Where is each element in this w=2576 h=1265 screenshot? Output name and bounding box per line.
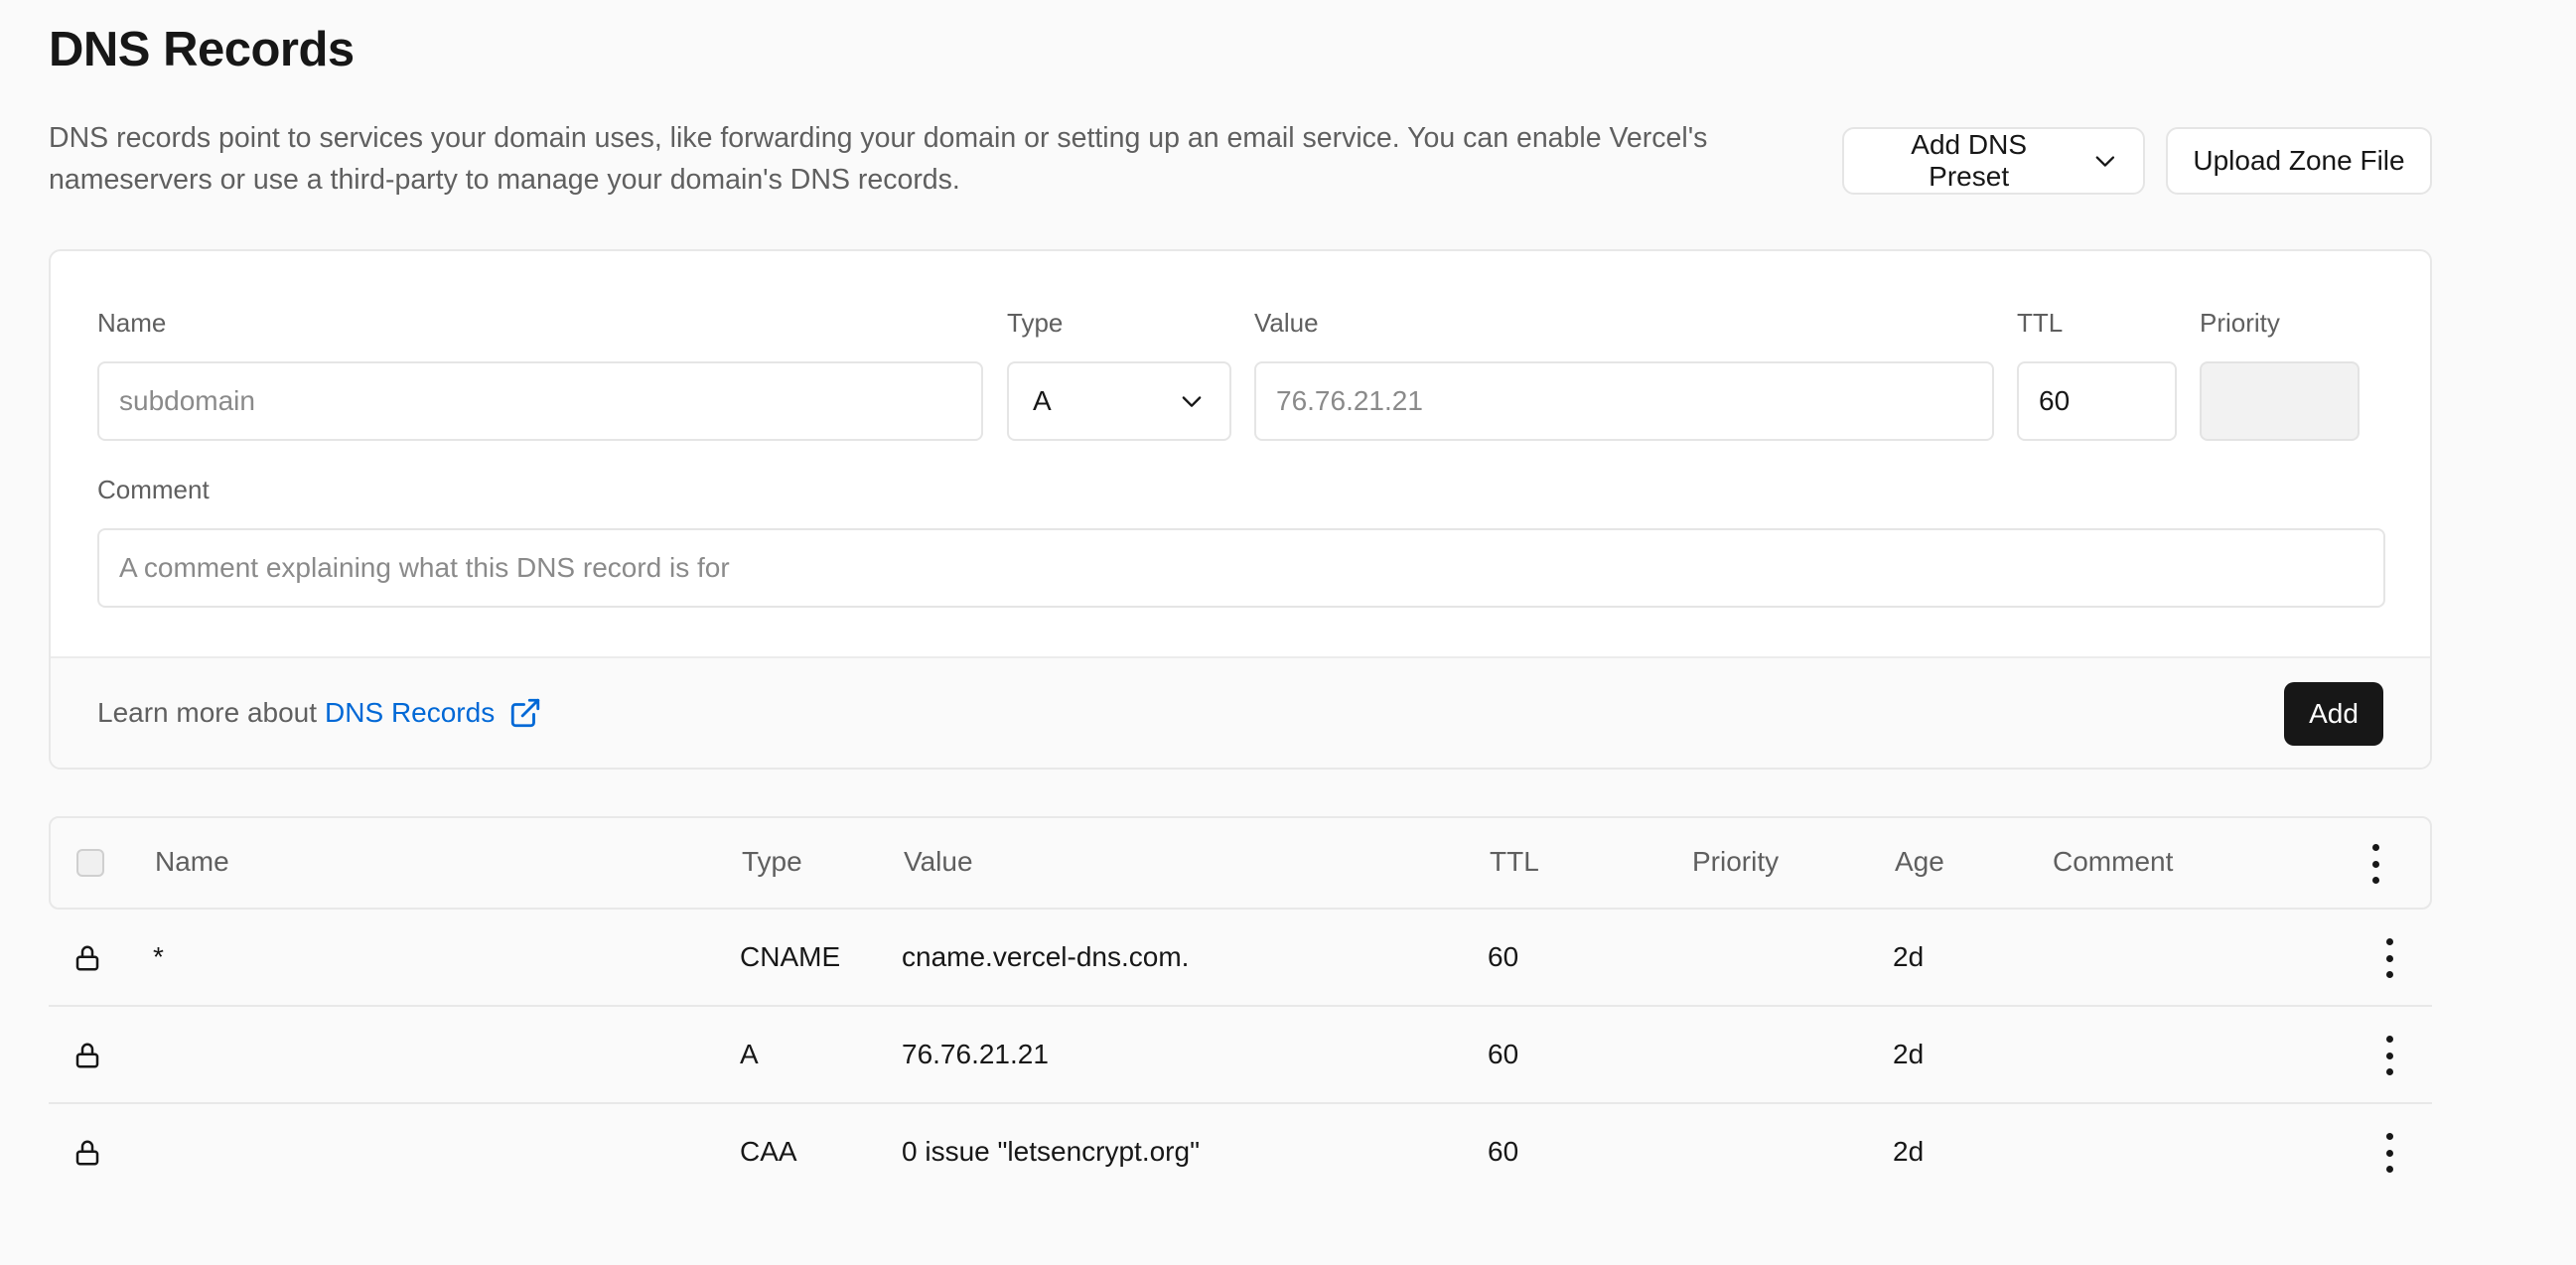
add-dns-preset-button[interactable]: Add DNS Preset	[1842, 127, 2145, 195]
column-header-ttl: TTL	[1490, 846, 1539, 877]
comment-input[interactable]: A comment explaining what this DNS recor…	[97, 528, 2385, 608]
more-options-icon[interactable]	[2369, 844, 2381, 884]
table-row: CAA 0 issue "letsencrypt.org" 60 2d	[49, 1104, 2432, 1201]
select-all-checkbox[interactable]	[76, 849, 104, 877]
column-header-age: Age	[1895, 846, 1944, 877]
column-header-name: Name	[155, 846, 229, 877]
priority-input	[2200, 361, 2360, 441]
comment-input-placeholder: A comment explaining what this DNS recor…	[119, 552, 730, 583]
record-ttl: 60	[1488, 941, 1519, 972]
page-description: DNS records point to services your domai…	[49, 122, 1708, 196]
record-age: 2d	[1893, 1039, 1925, 1069]
type-select-value: A	[1033, 385, 1052, 416]
ttl-input[interactable]: 60	[2017, 361, 2177, 441]
column-header-priority: Priority	[1692, 846, 1780, 877]
priority-field-label: Priority	[2200, 308, 2280, 338]
add-dns-preset-label: Add DNS Preset	[1911, 129, 2027, 192]
record-ttl: 60	[1488, 1136, 1519, 1167]
record-name: *	[153, 941, 164, 972]
ttl-field-label: TTL	[2017, 308, 2064, 338]
column-header-value: Value	[904, 846, 973, 877]
upload-zone-file-button[interactable]: Upload Zone File	[2166, 127, 2432, 195]
form-footer: Learn more about DNS Records Add	[51, 656, 2430, 768]
table-row: A 76.76.21.21 60 2d	[49, 1007, 2432, 1104]
record-age: 2d	[1893, 1136, 1925, 1167]
record-ttl: 60	[1488, 1039, 1519, 1069]
learn-more-text: Learn more about DNS Records	[97, 696, 542, 730]
type-select[interactable]: A	[1007, 361, 1231, 441]
record-age: 2d	[1893, 941, 1925, 972]
lock-icon	[75, 1043, 99, 1068]
row-actions-icon[interactable]	[2383, 1036, 2395, 1075]
record-type: CNAME	[740, 941, 841, 972]
table-row: * CNAME cname.vercel-dns.com. 60 2d	[49, 910, 2432, 1007]
value-field-label: Value	[1254, 308, 1319, 338]
lock-icon	[75, 945, 99, 971]
add-record-button[interactable]: Add	[2284, 682, 2383, 746]
chevron-down-icon	[2095, 156, 2115, 167]
name-field-label: Name	[97, 308, 167, 338]
chevron-down-icon	[1182, 396, 1202, 407]
name-input-placeholder: subdomain	[119, 385, 255, 416]
row-actions-icon[interactable]	[2383, 1133, 2395, 1173]
record-value: 0 issue "letsencrypt.org"	[902, 1136, 1201, 1167]
record-type: A	[740, 1039, 759, 1069]
record-value: cname.vercel-dns.com.	[902, 941, 1190, 972]
value-input-placeholder: 76.76.21.21	[1276, 385, 1423, 416]
lock-icon	[75, 1140, 99, 1166]
table-header: Name Type Value TTL Priority Age Comment	[49, 816, 2432, 910]
dns-records-table: Name Type Value TTL Priority Age Comment…	[49, 816, 2432, 1201]
type-field-label: Type	[1007, 308, 1064, 338]
record-type: CAA	[740, 1136, 797, 1167]
dns-records-link[interactable]: DNS Records	[325, 697, 495, 729]
page-title: DNS Records	[49, 23, 355, 76]
ttl-input-value: 60	[2039, 385, 2071, 416]
upload-zone-file-label: Upload Zone File	[2193, 145, 2405, 176]
external-link-icon[interactable]	[508, 696, 542, 730]
value-input[interactable]: 76.76.21.21	[1254, 361, 1994, 441]
record-value: 76.76.21.21	[902, 1039, 1049, 1069]
name-input[interactable]: subdomain	[97, 361, 983, 441]
column-header-type: Type	[742, 846, 802, 877]
comment-field-label: Comment	[97, 475, 210, 504]
add-record-form: Name subdomain Type A Value 76.76.21.21 …	[49, 249, 2432, 770]
header-actions: Add DNS Preset Upload Zone File	[1842, 127, 2432, 195]
row-actions-icon[interactable]	[2383, 938, 2395, 978]
learn-more-prefix: Learn more about	[97, 697, 318, 728]
column-header-comment: Comment	[2053, 846, 2174, 877]
